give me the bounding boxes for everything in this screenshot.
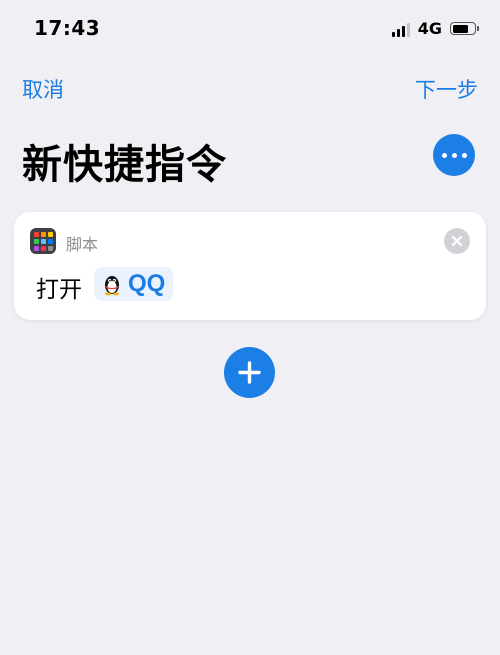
add-action-button[interactable] [224,347,275,398]
app-parameter-token[interactable]: QQ [94,267,174,301]
app-name: QQ [128,270,166,297]
qq-penguin-icon [105,276,119,296]
next-button[interactable]: 下一步 [415,74,478,104]
more-options-button[interactable] [433,134,475,176]
cancel-button[interactable]: 取消 [22,74,64,104]
action-verb: 打开 [36,277,82,303]
status-time: 17:43 [34,16,101,40]
action-card[interactable]: 脚本 打开 QQ [14,212,486,320]
close-icon [451,235,463,247]
page-title: 新快捷指令 [22,142,227,188]
status-indicators: 4G [391,19,479,38]
cellular-signal-icon [391,21,410,37]
plus-icon [238,361,261,384]
grid-apps-icon [30,228,56,254]
status-bar: 17:43 4G [0,0,500,60]
action-category-label: 脚本 [66,235,99,254]
remove-action-button[interactable] [444,228,470,254]
battery-level [452,24,469,33]
battery-icon [450,22,479,35]
network-type: 4G [417,19,442,38]
ellipsis-icon [441,152,447,158]
